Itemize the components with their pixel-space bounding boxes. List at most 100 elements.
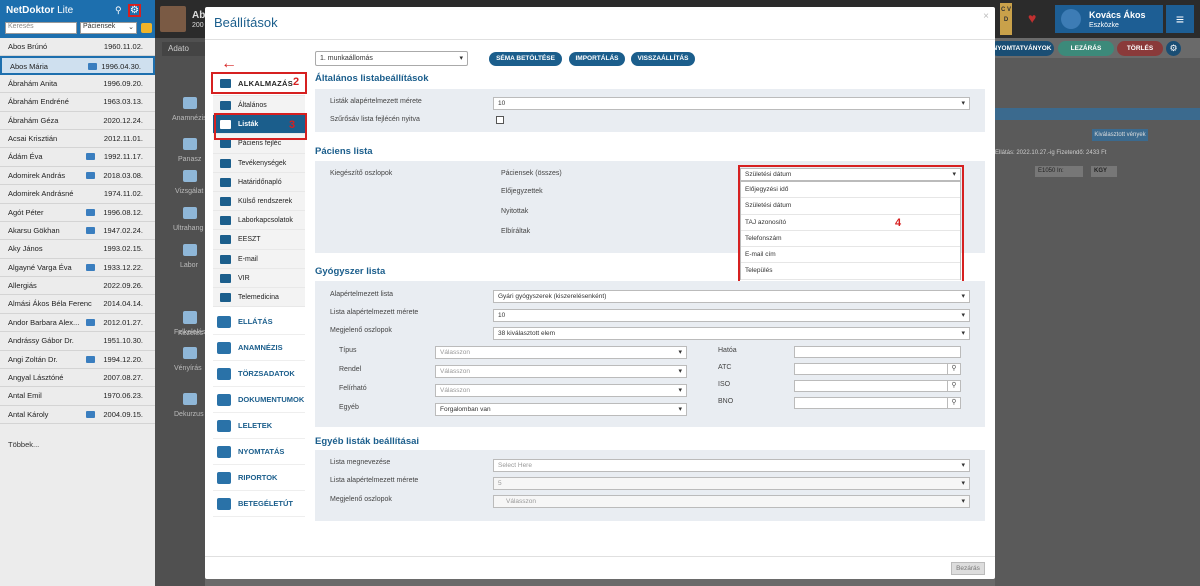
drug-search-input[interactable]: ⚲ — [794, 363, 961, 375]
hamburger-menu-icon[interactable]: ≡ — [1166, 5, 1194, 33]
settings-nav-item[interactable]: E-mail — [213, 249, 305, 269]
patient-search-input[interactable]: Keresés — [5, 22, 77, 34]
list-name-select[interactable]: Select Here ▾ — [493, 459, 970, 472]
clinical-nav-label[interactable]: Vizsgálat — [175, 188, 203, 195]
code-field[interactable]: E1050 In: — [1035, 166, 1083, 177]
drug-filter-select[interactable]: Válasszon ▾ — [435, 365, 687, 378]
general-panel: Listák alapértelmezett mérete 10 ▾ Szűrős… — [315, 89, 985, 132]
patient-birthdate: 2004.09.15. — [103, 409, 143, 419]
close-icon[interactable]: × — [983, 11, 989, 22]
drug-search-input[interactable]: ⚲ — [794, 380, 961, 392]
user-add-icon[interactable] — [141, 23, 152, 33]
import-button[interactable]: IMPORTÁLÁS — [569, 52, 625, 66]
settings-nav-item[interactable]: Telemedicina — [213, 287, 305, 308]
clinical-nav-label[interactable]: Anamnézis — [172, 115, 207, 122]
settings-group[interactable]: ANAMNÉZIS — [213, 335, 305, 362]
default-list-label: Alapértelmezett lista — [330, 291, 394, 298]
filter-bar-checkbox[interactable] — [496, 116, 504, 124]
general-size-select[interactable]: 10 ▾ — [493, 97, 970, 110]
workstation-select[interactable]: 1. munkaállomás ▾ — [315, 51, 468, 66]
user-card[interactable]: Kovács Ákos Eszközke — [1055, 5, 1163, 33]
search-icon[interactable]: ⚲ — [947, 363, 960, 375]
selected-prescriptions-button[interactable]: Kiválasztott vények — [1092, 129, 1148, 141]
settings-nav-item[interactable]: VIR — [213, 268, 305, 288]
settings-group[interactable]: BETEGÉLETÚT — [213, 491, 305, 518]
patient-row[interactable]: Andrássy Gábor Dr. 1951.10.30. — [0, 332, 155, 351]
nav-item-icon — [220, 273, 231, 283]
clinical-nav-label[interactable]: Dekurzus — [174, 411, 204, 418]
clinical-nav-label[interactable]: Ultrahang — [173, 225, 203, 232]
settings-group[interactable]: RIPORTOK — [213, 465, 305, 492]
patient-row[interactable]: Abos Mária 1996.04.30. — [0, 56, 155, 75]
nav-icon — [183, 170, 197, 182]
drug-search-label: Hatóa — [718, 347, 737, 354]
settings-group[interactable]: ELLÁTÁS — [213, 309, 305, 336]
search-icon[interactable]: ⚲ — [115, 5, 122, 16]
group-icon — [217, 498, 231, 511]
clinical-nav-label[interactable]: Kezelés — [178, 330, 203, 337]
settings-nav-item[interactable]: Külső rendszerek — [213, 191, 305, 212]
patient-row[interactable]: Aky János 1993.02.15. — [0, 240, 155, 259]
settings-gear-icon[interactable]: ⚙ — [1166, 41, 1181, 56]
clinical-nav-label[interactable]: Panasz — [178, 156, 201, 163]
patient-row[interactable]: Ábrahám Endréné 1963.03.13. — [0, 93, 155, 112]
settings-nav-item[interactable]: Határidőnapló — [213, 172, 305, 192]
clinical-nav-label[interactable]: Vényírás — [174, 365, 202, 372]
nav-item-icon — [220, 158, 231, 168]
other-size-select[interactable]: 5 ▾ — [493, 477, 970, 490]
patient-row[interactable]: Angi Zoltán Dr. 1994.12.20. — [0, 351, 155, 370]
more-patients-link[interactable]: Többek... — [8, 440, 39, 449]
nav-item-icon — [220, 254, 231, 264]
settings-nav-item[interactable]: Tevékenységek — [213, 153, 305, 173]
drug-size-select[interactable]: 10 ▾ — [493, 309, 970, 322]
search-icon[interactable]: ⚲ — [947, 380, 960, 392]
drug-search-input[interactable] — [794, 346, 961, 358]
patient-row[interactable]: Abos Brúnó 1960.11.02. — [0, 38, 155, 57]
search-icon[interactable]: ⚲ — [947, 397, 960, 409]
heart-icon[interactable]: ♥ — [1028, 10, 1036, 26]
drug-filter-select[interactable]: Válasszon ▾ — [435, 346, 687, 359]
forms-button[interactable]: NYOMTATVÁNYOK — [990, 41, 1054, 56]
patient-row[interactable]: Acsai Krisztián 2012.11.01. — [0, 130, 155, 149]
close-case-button[interactable]: LEZÁRÁS — [1058, 41, 1114, 56]
settings-nav-item[interactable]: EESZT — [213, 230, 305, 250]
reset-button[interactable]: VISSZAÁLLÍTÁS — [631, 52, 695, 66]
default-list-select[interactable]: Gyári gyógyszerek (kiszerelésenként) ▾ — [493, 290, 970, 303]
other-columns-select[interactable]: Válasszon ▾ — [493, 495, 970, 508]
patient-row[interactable]: Allergiás 2022.09.26. — [0, 277, 155, 296]
patient-row[interactable]: Angyal Lásztóné 2007.08.27. — [0, 369, 155, 388]
patient-row[interactable]: Almási Ákos Béla Ferenc 2014.04.14. — [0, 295, 155, 314]
clinical-nav-label[interactable]: Labor — [180, 262, 198, 269]
settings-nav-item[interactable]: Laborkapcsolatok — [213, 211, 305, 231]
gear-icon[interactable]: ⚙ — [128, 4, 141, 17]
patient-row[interactable]: Ábrahám Anita 1996.09.20. — [0, 75, 155, 94]
patient-row[interactable]: Andor Barbara Alex... 2012.01.27. — [0, 314, 155, 333]
load-schema-button[interactable]: SÉMA BETÖLTÉSE — [489, 52, 562, 66]
patient-row[interactable]: Akarsu Gökhan 1947.02.24. — [0, 222, 155, 241]
back-arrow-icon[interactable]: ← — [221, 55, 237, 73]
drug-filter-select[interactable]: Forgalomban van ▾ — [435, 403, 687, 416]
patient-row[interactable]: Antal Emil 1970.06.23. — [0, 387, 155, 406]
patient-name: Ábrahám Endréné — [8, 97, 69, 107]
patient-row[interactable]: Agót Péter 1996.08.12. — [0, 204, 155, 222]
other-columns-label: Megjelenő oszlopok — [330, 496, 392, 503]
close-button[interactable]: Bezárás — [951, 562, 985, 575]
settings-group[interactable]: DOKUMENTUMOK — [213, 387, 305, 414]
patient-row[interactable]: Adomirek András 2018.03.08. — [0, 167, 155, 186]
chevron-down-icon: ▾ — [678, 368, 682, 375]
patient-row[interactable]: Ádám Éva 1992.11.17. — [0, 148, 155, 167]
avatar — [1061, 9, 1081, 29]
patient-row[interactable]: Algayné Varga Éva 1933.12.22. — [0, 259, 155, 278]
settings-group[interactable]: NYOMTATÁS — [213, 439, 305, 466]
patient-filter-select[interactable]: Páciensek ⌄ — [80, 22, 137, 34]
unit-field[interactable]: KGY — [1091, 166, 1117, 177]
patient-row[interactable]: Adomirek Andrásné 1974.11.02. — [0, 185, 155, 204]
patient-row[interactable]: Ábrahám Géza 2020.12.24. — [0, 112, 155, 130]
patient-row[interactable]: Antal Károly 2004.09.15. — [0, 406, 155, 425]
drug-filter-select[interactable]: Válasszon ▾ — [435, 384, 687, 397]
drug-columns-select[interactable]: 38 kiválasztott elem ▾ — [493, 327, 970, 340]
settings-group[interactable]: TÖRZSADATOK — [213, 361, 305, 388]
drug-search-input[interactable]: ⚲ — [794, 397, 961, 409]
settings-group[interactable]: LELETEK — [213, 413, 305, 440]
delete-button[interactable]: TÖRLÉS — [1117, 41, 1163, 56]
